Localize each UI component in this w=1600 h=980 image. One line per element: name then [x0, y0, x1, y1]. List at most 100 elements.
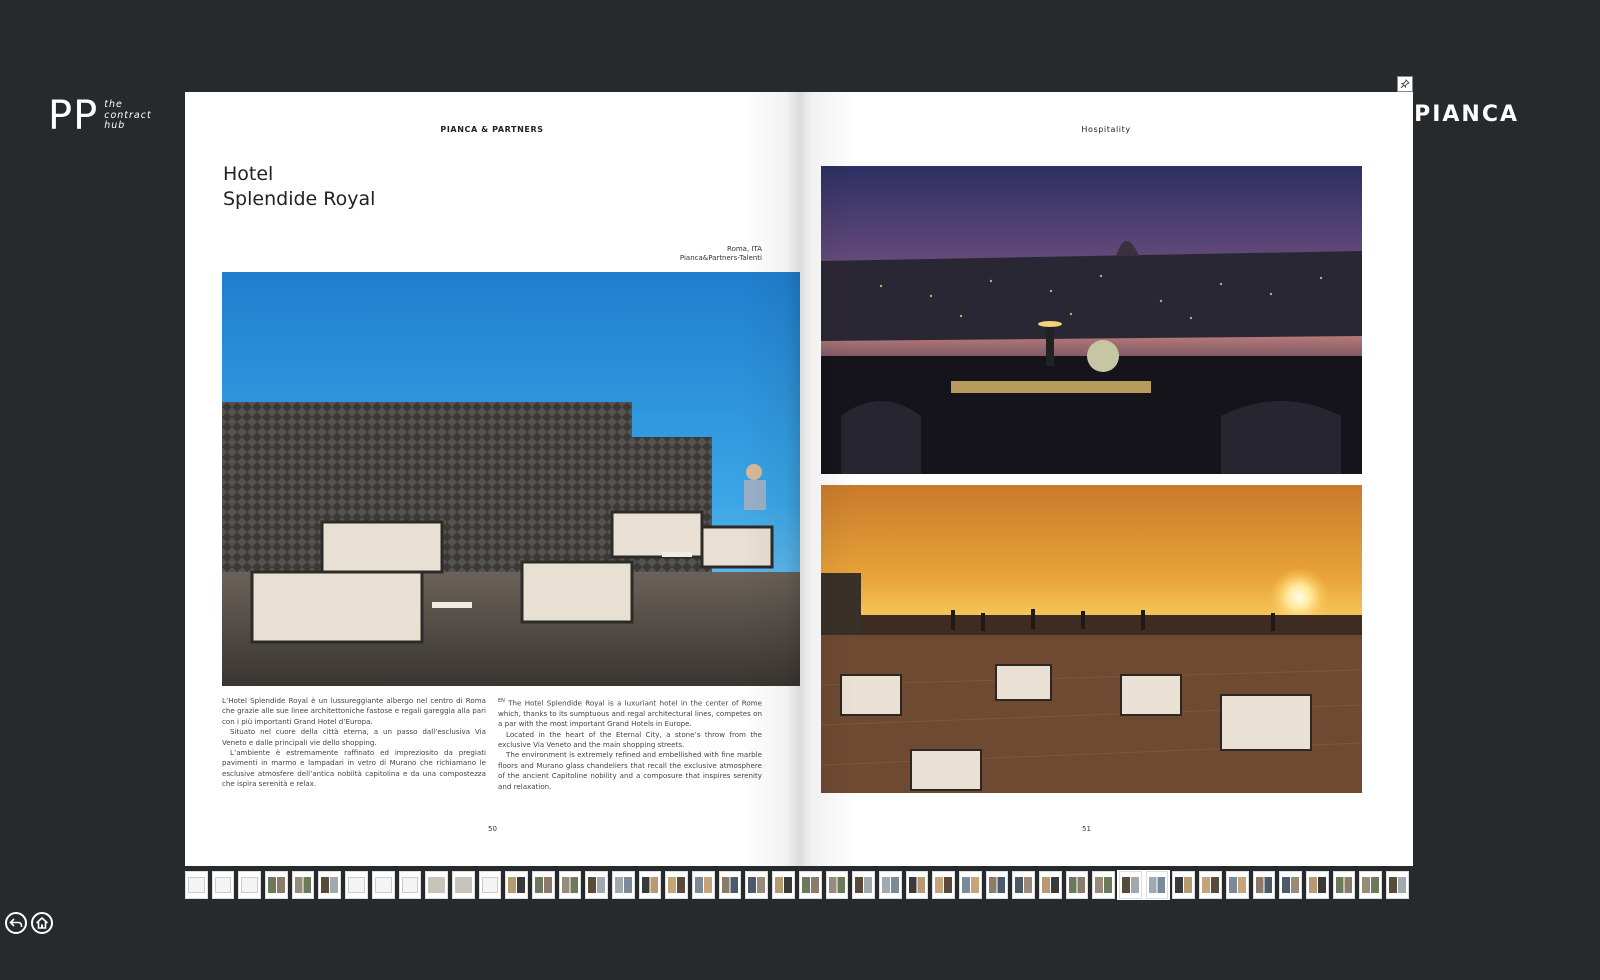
page-thumbnail[interactable] — [558, 871, 582, 899]
page-thumbnail[interactable] — [1385, 871, 1409, 899]
page-thumbnail[interactable] — [958, 871, 982, 899]
thumbnail-preview — [1335, 877, 1353, 893]
page-thumbnail[interactable] — [905, 871, 929, 899]
page-thumbnail[interactable] — [1332, 871, 1356, 899]
thumbnail-preview — [668, 877, 686, 893]
thumbnail-preview — [855, 877, 872, 893]
page-thumbnail[interactable] — [1012, 871, 1035, 899]
page-thumbnail[interactable] — [451, 871, 475, 899]
location-line: Pianca&Partners-Talenti — [679, 254, 762, 262]
thumbnail-preview — [748, 877, 766, 893]
page-thumbnail[interactable] — [1225, 871, 1249, 899]
page-thumbnail[interactable] — [1143, 870, 1171, 900]
page-thumbnail[interactable] — [1039, 871, 1062, 899]
back-button[interactable] — [5, 912, 27, 934]
page-thumbnail[interactable] — [505, 871, 528, 899]
language-tag: EN — [498, 698, 505, 704]
thumbnail-preview — [1148, 877, 1166, 893]
thumbnail-preview — [935, 877, 952, 893]
page-thumbnail[interactable] — [398, 871, 422, 899]
page-thumbnail[interactable] — [371, 871, 395, 899]
thumbnail-preview — [454, 877, 472, 893]
terrace-sunset-photo — [821, 485, 1362, 793]
thumbnail-preview — [695, 877, 712, 893]
page-thumbnail[interactable] — [238, 871, 262, 899]
paragraph: Located in the heart of the Eternal City… — [498, 729, 762, 749]
thumbnail-preview — [801, 877, 819, 893]
thumbnail-preview — [775, 877, 792, 893]
thumbnail-preview — [508, 877, 525, 893]
pp-logo-mark: PP — [48, 93, 99, 139]
thumbnail-preview — [1202, 877, 1219, 893]
page-thumbnail[interactable] — [878, 871, 902, 899]
page-thumbnail[interactable] — [1279, 871, 1302, 899]
page-thumbnail[interactable] — [585, 871, 608, 899]
paragraph: Situato nel cuore della città eterna, a … — [222, 727, 486, 747]
thumbnail-preview — [1282, 877, 1299, 893]
pp-logo: PP the contract hub — [48, 96, 152, 136]
thumbnail-preview — [348, 877, 365, 893]
page-thumbnail[interactable] — [1065, 871, 1089, 899]
page-thumbnail[interactable] — [478, 871, 502, 899]
pin-button[interactable] — [1397, 76, 1413, 92]
page-thumbnail[interactable] — [665, 871, 689, 899]
article-title: Hotel Splendide Royal — [223, 162, 375, 212]
thumbnail-preview — [1095, 877, 1113, 893]
paragraph: L’Hotel Splendide Royal è un lussureggia… — [222, 696, 486, 726]
page-thumbnail[interactable] — [265, 871, 288, 899]
page-thumbnail[interactable] — [612, 871, 635, 899]
terrace-night-photo — [821, 166, 1362, 474]
page-thumbnail[interactable] — [718, 871, 742, 899]
thumbnail-preview — [561, 877, 579, 893]
page-thumbnail[interactable] — [211, 871, 235, 899]
location-line: Roma, ITA — [727, 245, 762, 253]
project-location: Roma, ITA Pianca&Partners-Talenti — [565, 245, 762, 263]
page-thumbnail[interactable] — [985, 871, 1009, 899]
thumbnail-preview — [1175, 877, 1193, 893]
page-thumbnail[interactable] — [1117, 870, 1144, 900]
thumbnail-preview — [988, 877, 1006, 893]
paragraph: L’ambiente è estremamente raffinato ed i… — [222, 748, 486, 789]
thumbnail-preview — [1068, 877, 1086, 893]
page-thumbnail[interactable] — [318, 871, 342, 899]
page-thumbnail[interactable] — [1252, 871, 1276, 899]
page-thumbnail[interactable] — [825, 871, 849, 899]
page-thumbnail-strip[interactable] — [185, 870, 1413, 900]
page-thumbnail[interactable] — [185, 871, 208, 899]
thumbnail-preview — [721, 877, 739, 893]
page-thumbnail[interactable] — [1172, 871, 1196, 899]
page-thumbnail[interactable] — [932, 871, 955, 899]
terrace-day-photo — [222, 272, 800, 686]
page-thumbnail[interactable] — [345, 871, 368, 899]
page-thumbnail[interactable] — [291, 871, 315, 899]
magazine-spread[interactable]: PIANCA & PARTNERS Hotel Splendide Royal … — [185, 92, 1413, 866]
thumbnail-preview — [1042, 877, 1059, 893]
page-thumbnail[interactable] — [798, 871, 822, 899]
page-thumbnail[interactable] — [638, 871, 662, 899]
paragraph: The environment is extremely refined and… — [498, 750, 762, 791]
page-thumbnail[interactable] — [852, 871, 875, 899]
page-thumbnail[interactable] — [772, 871, 795, 899]
pp-tagline-line: hub — [104, 120, 126, 131]
left-page: PIANCA & PARTNERS Hotel Splendide Royal … — [185, 92, 800, 866]
pp-tagline-line: the — [104, 99, 123, 110]
page-thumbnail[interactable] — [1092, 871, 1116, 899]
thumbnail-preview — [188, 877, 205, 893]
thumbnail-preview — [1255, 877, 1273, 893]
thumbnail-preview — [1015, 877, 1032, 893]
home-button[interactable] — [31, 912, 53, 934]
pin-icon — [1400, 79, 1410, 89]
pp-logo-tagline: the contract hub — [104, 99, 151, 132]
english-text-column: EN The Hotel Splendide Royal is a luxuri… — [498, 696, 762, 792]
page-thumbnail[interactable] — [1305, 871, 1329, 899]
page-thumbnail[interactable] — [425, 871, 448, 899]
page-thumbnail[interactable] — [1199, 871, 1222, 899]
page-thumbnail[interactable] — [1359, 871, 1382, 899]
thumbnail-preview — [481, 877, 499, 893]
page-thumbnail[interactable] — [531, 871, 555, 899]
page-thumbnail[interactable] — [692, 871, 715, 899]
page-thumbnail[interactable] — [745, 871, 769, 899]
thumbnail-preview — [428, 877, 445, 893]
thumbnail-preview — [1228, 877, 1246, 893]
back-arrow-icon — [9, 918, 23, 927]
